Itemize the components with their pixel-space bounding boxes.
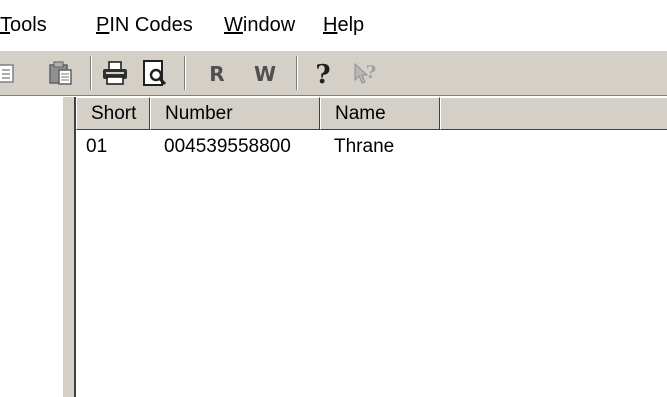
toolbar-separator — [184, 56, 186, 90]
menu-help-mnemonic: H — [323, 14, 338, 36]
menu-pin-codes-mnemonic: P — [96, 14, 110, 36]
menu-window[interactable]: Window — [224, 12, 295, 38]
tree-pane[interactable] — [0, 97, 62, 397]
pin-codes-window: Tools PIN Codes Window Help R W ? ? Shor… — [0, 0, 667, 397]
menu-bar: Tools PIN Codes Window Help — [0, 0, 667, 50]
help-icon: ? — [315, 60, 330, 90]
context-help-icon: ? — [354, 62, 377, 84]
table-row[interactable]: 01 004539558800 Thrane — [76, 134, 667, 160]
menu-tools[interactable]: Tools — [0, 12, 47, 38]
pane-splitter[interactable] — [62, 97, 76, 397]
menu-help-label: elp — [337, 14, 365, 36]
write-button[interactable]: W — [250, 56, 280, 90]
write-glyph: W — [254, 62, 276, 86]
print-icon — [103, 61, 127, 85]
write-icon: W — [254, 62, 276, 86]
toolbar-separator — [90, 56, 92, 90]
column-header-name[interactable]: Name — [320, 97, 440, 130]
help-glyph: ? — [315, 60, 330, 90]
column-header-short[interactable]: Short — [76, 97, 150, 130]
toolbar: R W ? ? — [0, 50, 667, 96]
column-header-filler — [440, 97, 667, 130]
menu-tools-label: ools — [10, 14, 47, 36]
menu-window-mnemonic: W — [224, 14, 243, 36]
help-button[interactable]: ? — [308, 56, 338, 90]
read-icon: R — [209, 62, 224, 86]
read-button[interactable]: R — [202, 56, 232, 90]
pin-code-list[interactable]: Short Number Name 01 004539558800 Thrane — [76, 97, 667, 397]
cell-number: 004539558800 — [164, 136, 291, 157]
list-header: Short Number Name — [76, 97, 667, 130]
svg-text:?: ? — [366, 62, 377, 83]
paste-icon — [49, 61, 72, 85]
read-glyph: R — [209, 62, 224, 86]
copy-icon — [0, 64, 14, 83]
cell-short: 01 — [86, 136, 108, 157]
print-preview-button[interactable] — [140, 56, 170, 90]
menu-tools-mnemonic: T — [0, 14, 10, 36]
paste-button[interactable] — [46, 56, 76, 90]
print-preview-icon — [143, 60, 167, 86]
column-header-number[interactable]: Number — [150, 97, 320, 130]
menu-window-label: indow — [242, 14, 296, 36]
menu-pin-codes[interactable]: PIN Codes — [96, 12, 193, 38]
print-button[interactable] — [100, 56, 130, 90]
cell-name: Thrane — [334, 136, 395, 157]
menu-pin-codes-label: IN Codes — [109, 14, 193, 36]
menu-help[interactable]: Help — [323, 12, 364, 38]
toolbar-separator — [296, 56, 298, 90]
context-help-button[interactable]: ? — [350, 56, 380, 90]
copy-button[interactable] — [0, 56, 20, 90]
